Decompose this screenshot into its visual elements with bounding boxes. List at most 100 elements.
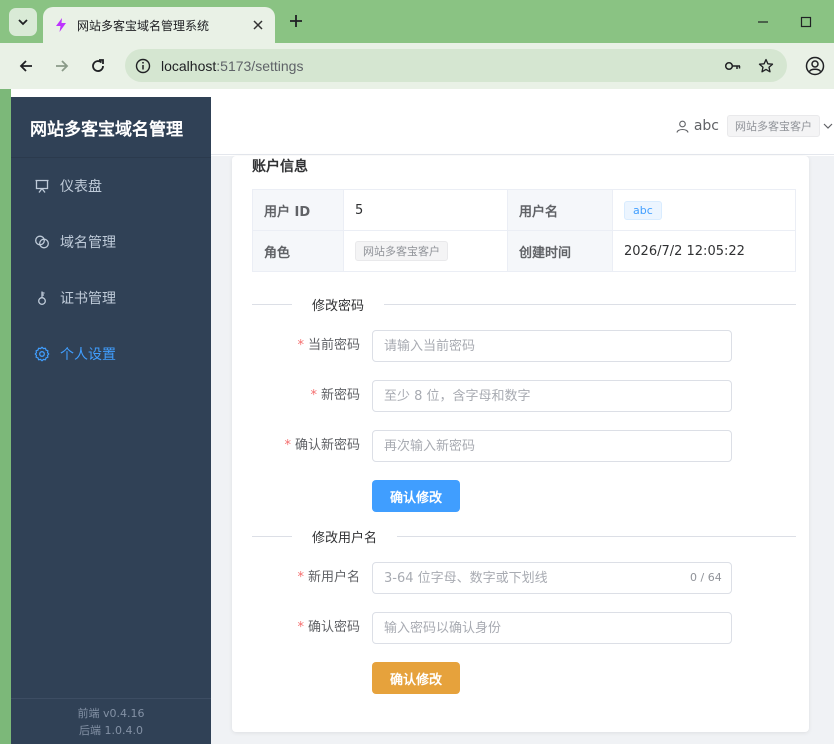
role-label: 角色 [252, 230, 344, 272]
version-info: 前端 v0.4.16 后端 1.0.4.0 [11, 698, 211, 744]
required-mark: * [297, 570, 304, 585]
username-password-label: * 确认密码 [252, 612, 360, 644]
sidebar-item-domains[interactable]: 域名管理 [11, 214, 211, 270]
username-char-counter: 0 / 64 [690, 571, 722, 584]
username-divider: 修改用户名 [252, 527, 796, 546]
browser-tabstrip: 网站多客宝域名管理系统 [0, 0, 834, 43]
role-tag: 网站多客宝客户 [355, 241, 448, 261]
confirm-password-input[interactable] [372, 430, 732, 462]
address-bar[interactable]: localhost:5173/settings [125, 49, 787, 82]
new-password-input[interactable] [372, 380, 732, 412]
maximize-button[interactable] [792, 8, 820, 36]
backend-version: 后端 1.0.4.0 [79, 724, 143, 737]
username-password-input[interactable] [372, 612, 732, 644]
dashboard-icon [33, 177, 51, 195]
url-path: :5173/settings [216, 57, 304, 74]
minimize-button[interactable] [749, 8, 777, 36]
certificate-icon [33, 289, 51, 307]
user-dropdown[interactable]: abc 网站多客宝客户 [676, 115, 834, 137]
change-password-button[interactable]: 确认修改 [372, 480, 460, 512]
profile-button[interactable] [802, 53, 828, 79]
username-password-row: * 确认密码 [252, 612, 796, 644]
current-password-label: * 当前密码 [252, 330, 360, 362]
account-info-table: 用户 ID 5 用户名 abc 角色 网站多客宝客户 创建时间 2026/7/2… [252, 189, 796, 272]
current-password-row: * 当前密码 [252, 330, 796, 362]
new-password-row: * 新密码 [252, 380, 796, 412]
username-tag: abc [624, 200, 662, 220]
tab-close-icon[interactable] [249, 16, 267, 34]
new-username-row: *新用户名 0 / 64 [252, 562, 796, 594]
password-divider: 修改密码 [252, 295, 796, 314]
page-viewport: 网站多客宝域名管理 仪表盘 域名管理 证书管理 个人设置 前端 v0.4.16 … [11, 89, 834, 744]
link-icon [33, 233, 51, 251]
sidebar-item-settings[interactable]: 个人设置 [11, 326, 211, 382]
created-value: 2026/7/2 12:05:22 [612, 230, 796, 272]
sidebar-item-label: 证书管理 [60, 291, 116, 307]
vite-favicon-icon [56, 18, 66, 32]
new-username-label: * 新用户名 [252, 562, 360, 594]
change-username-button[interactable]: 确认修改 [372, 662, 460, 694]
back-button[interactable] [13, 53, 39, 79]
settings-card: 账户信息 用户 ID 5 用户名 abc 角色 网站多客宝客户 创建时间 202… [232, 156, 809, 732]
sidebar-item-certificates[interactable]: 证书管理 [11, 270, 211, 326]
sidebar-item-label: 域名管理 [60, 235, 116, 251]
new-tab-button[interactable] [285, 10, 307, 32]
required-mark: * [284, 438, 291, 453]
created-label: 创建时间 [507, 230, 613, 272]
frontend-version: 前端 v0.4.16 [77, 707, 145, 720]
sidebar-item-label: 个人设置 [60, 347, 116, 363]
chevron-down-icon [822, 120, 834, 132]
username-password-label-text: 确认密码 [307, 620, 360, 635]
table-row: 角色 网站多客宝客户 创建时间 2026/7/2 12:05:22 [252, 230, 796, 272]
current-password-label-text: 当前密码 [307, 338, 360, 353]
user-id-value: 5 [343, 189, 508, 231]
new-username-input[interactable] [372, 562, 732, 594]
bookmark-star-icon[interactable] [756, 56, 776, 76]
password-key-icon[interactable] [723, 56, 743, 76]
sidebar-item-label: 仪表盘 [60, 179, 102, 195]
user-icon [676, 119, 690, 133]
user-id-label: 用户 ID [252, 189, 344, 231]
required-mark: * [297, 338, 304, 353]
sidebar-brand[interactable]: 网站多客宝域名管理 [11, 97, 211, 158]
username-cell: abc [612, 189, 796, 231]
browser-tab[interactable]: 网站多客宝域名管理系统 [43, 7, 275, 43]
plus-icon [290, 15, 302, 27]
header-role-badge: 网站多客宝客户 [727, 115, 820, 137]
header-username: abc [693, 118, 719, 134]
site-info-icon[interactable] [134, 57, 152, 75]
required-mark: * [297, 620, 304, 635]
url-host: localhost [161, 57, 217, 74]
sidebar-item-dashboard[interactable]: 仪表盘 [11, 158, 211, 214]
username-label: 用户名 [507, 189, 613, 231]
maximize-icon [800, 16, 812, 28]
new-password-label: * 新密码 [252, 380, 360, 412]
url-text: localhost:5173/settings [161, 58, 303, 74]
gear-icon [33, 345, 51, 363]
chevron-down-icon [18, 19, 28, 26]
tab-title: 网站多客宝域名管理系统 [77, 18, 210, 33]
sidebar-top-gap [11, 89, 211, 97]
tab-search-button[interactable] [9, 8, 37, 36]
new-password-label-text: 新密码 [320, 388, 360, 403]
username-section-title: 修改用户名 [292, 527, 398, 546]
browser-toolbar: localhost:5173/settings [0, 43, 834, 89]
new-username-label-text: 新用户名 [307, 570, 360, 585]
minimize-icon [758, 21, 768, 23]
table-row: 用户 ID 5 用户名 abc [252, 189, 796, 231]
profile-icon [805, 56, 825, 76]
required-mark: * [310, 388, 317, 403]
sidebar-menu: 仪表盘 域名管理 证书管理 个人设置 [11, 158, 211, 382]
current-password-input[interactable] [372, 330, 732, 362]
confirm-password-label: * 确认新密码 [252, 430, 360, 462]
reload-icon [92, 59, 104, 72]
confirm-password-row: * 确认新密码 [252, 430, 796, 462]
top-header: abc 网站多客宝客户 [211, 89, 834, 155]
password-section-title: 修改密码 [292, 295, 385, 314]
confirm-password-label-text: 确认新密码 [294, 438, 360, 453]
main-content: 账户信息 用户 ID 5 用户名 abc 角色 网站多客宝客户 创建时间 202… [211, 156, 834, 744]
forward-button[interactable] [49, 53, 75, 79]
reload-button[interactable] [85, 53, 111, 79]
account-info-title: 账户信息 [252, 159, 308, 175]
sidebar: 网站多客宝域名管理 仪表盘 域名管理 证书管理 个人设置 前端 v0.4.16 … [11, 97, 211, 744]
